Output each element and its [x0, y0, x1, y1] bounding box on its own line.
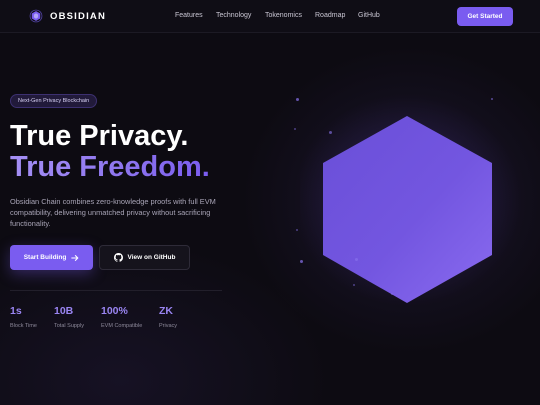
stat-value: 100%: [101, 305, 128, 317]
hero-badge: Next-Gen Privacy Blockchain: [10, 94, 98, 108]
hero-title-line2: True Freedom.: [10, 151, 210, 183]
obsidian-logo-icon: [29, 9, 43, 23]
particle-dot: [296, 229, 298, 231]
stat-privacy: ZK Privacy: [159, 305, 177, 329]
hero-title-line1: True Privacy.: [10, 120, 189, 152]
particle-dot: [391, 293, 393, 295]
nav-link-github[interactable]: GitHub: [358, 12, 380, 19]
particle-dot: [329, 131, 332, 134]
hexagon-graphic: [300, 95, 522, 305]
stat-label: EVM Compatible: [101, 323, 143, 329]
brand-name: OBSIDIAN: [50, 10, 107, 22]
start-building-button[interactable]: Start Building: [10, 245, 93, 270]
stat-value: 10B: [54, 305, 74, 317]
view-on-github-label: View on GitHub: [127, 254, 176, 261]
view-on-github-button[interactable]: View on GitHub: [99, 245, 190, 270]
stat-evm-compatible: 100% EVM Compatible: [101, 305, 142, 329]
particle-dot: [491, 98, 493, 100]
stat-block-time: 1s Block Time: [10, 305, 37, 329]
get-started-button[interactable]: Get Started: [457, 7, 513, 26]
particle-dot: [355, 258, 358, 261]
nav-link-technology[interactable]: Technology: [216, 12, 251, 19]
particle-dot: [353, 284, 355, 286]
stats-divider: [10, 290, 222, 291]
stat-total-supply: 10B Total Supply: [54, 305, 84, 329]
nav-link-roadmap[interactable]: Roadmap: [315, 12, 345, 19]
brand-logo[interactable]: OBSIDIAN: [29, 9, 106, 23]
top-navbar: OBSIDIAN Features Technology Tokenomics …: [0, 0, 540, 33]
start-building-label: Start Building: [23, 254, 67, 261]
nav-link-tokenomics[interactable]: Tokenomics: [265, 12, 302, 19]
stat-value: 1s: [10, 305, 22, 317]
github-icon: [113, 253, 123, 262]
particle-dot: [300, 260, 303, 263]
hero-title-line2-text: True Freedom.: [10, 151, 210, 183]
stat-label: Total Supply: [54, 323, 84, 329]
nav-link-features[interactable]: Features: [175, 12, 203, 19]
arrow-right-icon: [71, 254, 79, 261]
particle-dot: [294, 128, 296, 130]
stat-value: ZK: [159, 305, 173, 317]
stat-label: Block Time: [10, 323, 37, 329]
stat-label: Privacy: [159, 323, 178, 329]
particle-dot: [296, 98, 299, 101]
hero-description: Obsidian Chain combines zero-knowledge p…: [10, 197, 216, 228]
